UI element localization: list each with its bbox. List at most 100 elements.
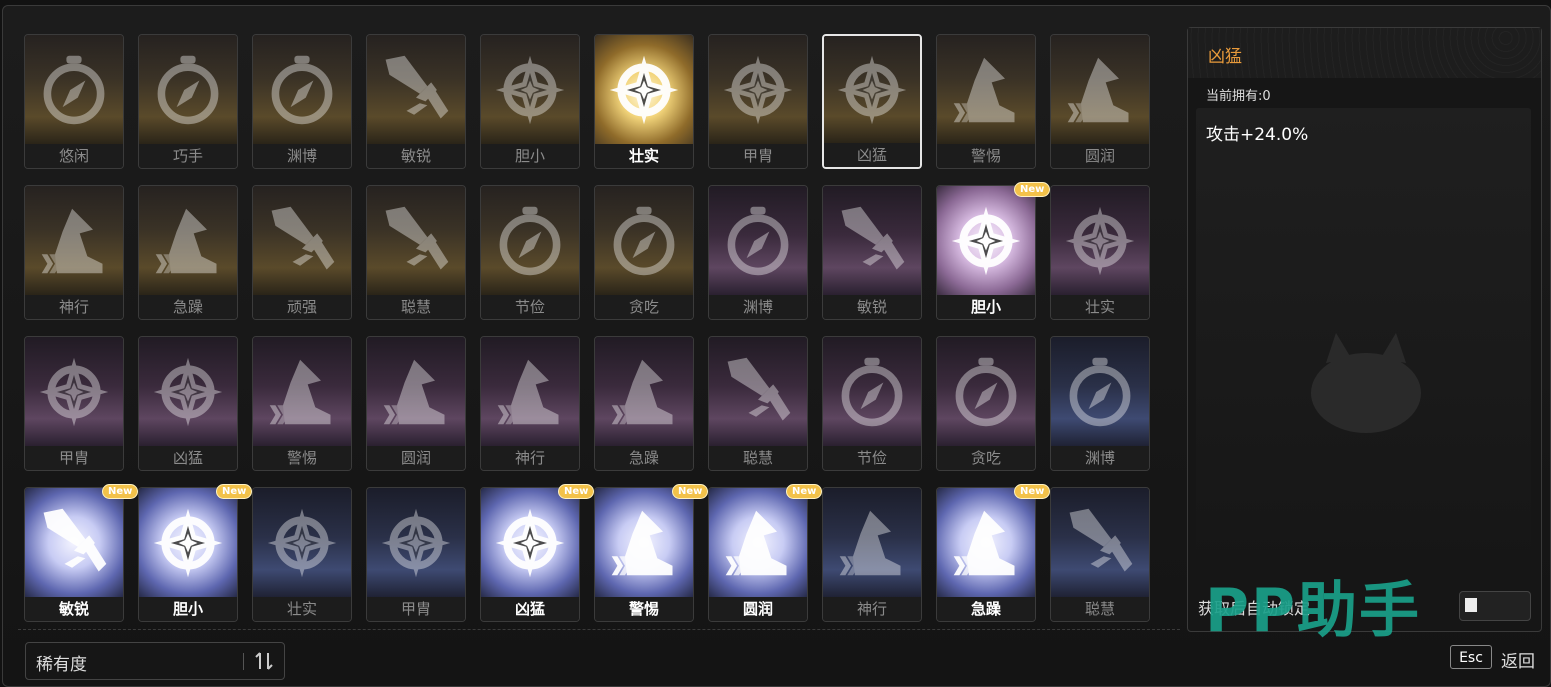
card-label: 圆润 <box>709 597 807 621</box>
card-art <box>595 186 693 295</box>
trait-card[interactable]: 敏锐 <box>24 487 124 622</box>
trait-card[interactable]: 胆小 <box>138 487 238 622</box>
boot-icon <box>720 505 796 581</box>
trait-card[interactable]: 敏锐 <box>366 34 466 169</box>
trait-card[interactable]: 顽强 <box>252 185 352 320</box>
card-art <box>937 337 1035 446</box>
trait-card[interactable]: 神行 <box>24 185 124 320</box>
trait-card[interactable]: 甲胄 <box>24 336 124 471</box>
card-label: 聪慧 <box>709 446 807 470</box>
boot-icon <box>948 505 1024 581</box>
trait-card[interactable]: 圆润 <box>1050 34 1150 169</box>
star-emblem-icon <box>492 505 568 581</box>
auto-lock-toggle[interactable] <box>1459 591 1531 621</box>
boot-icon <box>948 52 1024 128</box>
trait-card[interactable]: 悠闲 <box>24 34 124 169</box>
watermark-text: PP助手 <box>1205 576 1421 646</box>
boot-icon <box>606 505 682 581</box>
trait-card[interactable]: 壮实 <box>594 34 694 169</box>
card-art <box>253 186 351 295</box>
trait-card[interactable]: 急躁 <box>936 487 1036 622</box>
sword-icon <box>378 203 454 279</box>
star-emblem-icon <box>36 354 112 430</box>
trait-card[interactable]: 圆润 <box>366 336 466 471</box>
card-label: 凶猛 <box>824 143 920 167</box>
boot-icon <box>36 203 112 279</box>
card-label: 凶猛 <box>139 446 237 470</box>
trait-card[interactable]: 巧手 <box>138 34 238 169</box>
trait-card[interactable]: 节俭 <box>822 336 922 471</box>
card-label: 聪慧 <box>367 295 465 319</box>
trait-card[interactable]: 渊博 <box>1050 336 1150 471</box>
compass-icon <box>1062 354 1138 430</box>
trait-card[interactable]: 贪吃 <box>936 336 1036 471</box>
trait-card[interactable]: 急躁 <box>594 336 694 471</box>
compass-icon <box>720 203 796 279</box>
trait-card[interactable]: 圆润 <box>708 487 808 622</box>
card-label: 敏锐 <box>25 597 123 621</box>
card-art <box>595 488 693 597</box>
card-art <box>25 488 123 597</box>
trait-card[interactable]: 神行 <box>822 487 922 622</box>
card-label: 敏锐 <box>823 295 921 319</box>
trait-card[interactable]: 贪吃 <box>594 185 694 320</box>
trait-card[interactable]: 凶猛 <box>822 34 922 169</box>
detail-panel: 凶猛 当前拥有:0 攻击+24.0% 获取后自动锁定 <box>1187 27 1542 632</box>
card-art <box>139 488 237 597</box>
card-art <box>1051 337 1149 446</box>
trait-card[interactable]: 渊博 <box>708 185 808 320</box>
trait-card[interactable]: 壮实 <box>252 487 352 622</box>
card-art <box>481 186 579 295</box>
trait-card[interactable]: 甲胄 <box>366 487 466 622</box>
card-label: 敏锐 <box>367 144 465 168</box>
trait-card[interactable]: 节俭 <box>480 185 580 320</box>
card-label: 神行 <box>25 295 123 319</box>
card-label: 警惕 <box>937 144 1035 168</box>
card-label: 贪吃 <box>595 295 693 319</box>
trait-card[interactable]: 急躁 <box>138 185 238 320</box>
star-emblem-icon <box>378 505 454 581</box>
divider <box>18 629 1180 630</box>
card-label: 壮实 <box>253 597 351 621</box>
trait-card[interactable]: 神行 <box>480 336 580 471</box>
trait-card[interactable]: 甲胄 <box>708 34 808 169</box>
trait-card[interactable]: 警惕 <box>252 336 352 471</box>
trait-card[interactable]: 警惕 <box>936 34 1036 169</box>
sort-icon[interactable] <box>254 651 274 671</box>
card-art <box>481 35 579 144</box>
card-art <box>367 488 465 597</box>
card-art <box>253 488 351 597</box>
trait-card[interactable]: 凶猛 <box>480 487 580 622</box>
back-button[interactable]: 返回 <box>1501 647 1535 672</box>
card-art <box>937 35 1035 144</box>
card-label: 渊博 <box>709 295 807 319</box>
card-label: 圆润 <box>1051 144 1149 168</box>
trait-card[interactable]: 聪慧 <box>708 336 808 471</box>
trait-card[interactable]: 壮实 <box>1050 185 1150 320</box>
trait-card[interactable]: 警惕 <box>594 487 694 622</box>
trait-card[interactable]: 聪慧 <box>366 185 466 320</box>
star-emblem-icon <box>948 203 1024 279</box>
card-art <box>824 36 920 143</box>
trait-card[interactable]: 胆小 <box>480 34 580 169</box>
star-emblem-icon <box>720 52 796 128</box>
trait-card[interactable]: 凶猛 <box>138 336 238 471</box>
card-label: 贪吃 <box>937 446 1035 470</box>
sword-icon <box>720 354 796 430</box>
card-art <box>709 488 807 597</box>
card-label: 甲胄 <box>709 144 807 168</box>
boot-icon <box>150 203 226 279</box>
card-art <box>823 337 921 446</box>
trait-card[interactable]: 渊博 <box>252 34 352 169</box>
trait-card[interactable]: 敏锐 <box>822 185 922 320</box>
card-art <box>595 35 693 144</box>
trait-card[interactable]: 胆小 <box>936 185 1036 320</box>
sort-dropdown[interactable]: 稀有度 <box>25 642 285 680</box>
trait-card[interactable]: 聪慧 <box>1050 487 1150 622</box>
star-emblem-icon <box>150 354 226 430</box>
card-art <box>937 488 1035 597</box>
card-label: 甲胄 <box>25 446 123 470</box>
compass-icon <box>492 203 568 279</box>
esc-key-hint[interactable]: Esc <box>1450 645 1492 669</box>
card-art <box>937 186 1035 295</box>
